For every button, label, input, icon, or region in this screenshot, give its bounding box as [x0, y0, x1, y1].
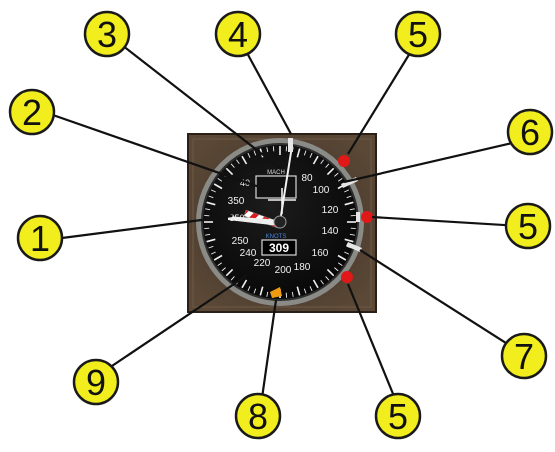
- scale-label-350: 350: [228, 196, 245, 207]
- warning-dot-bottom: [341, 271, 353, 283]
- speed-bug-right: [356, 212, 360, 222]
- callout-number: 8: [248, 396, 268, 437]
- scale-label-240: 240: [240, 248, 257, 259]
- leader-line-5-top: [348, 40, 418, 154]
- callout-8: 8: [236, 394, 280, 438]
- scale-label-160: 160: [312, 248, 329, 259]
- scale-label-80: 80: [301, 173, 313, 184]
- scale-label-250: 250: [232, 236, 249, 247]
- callout-4: 4: [216, 12, 260, 56]
- callout-number: 4: [228, 14, 248, 55]
- leader-line-5-right: [372, 217, 520, 226]
- callout-5-bottom: 5: [376, 394, 420, 438]
- callout-9: 9: [74, 360, 118, 404]
- counter-digits: 309: [269, 241, 289, 255]
- scale-label-100: 100: [313, 185, 330, 196]
- callout-number: 1: [30, 218, 50, 259]
- scale-label-200: 200: [275, 265, 292, 276]
- callout-3: 3: [85, 12, 129, 56]
- speed-bug-top: [288, 138, 293, 152]
- scale-label-120: 120: [322, 205, 339, 216]
- scale-label-220: 220: [254, 258, 271, 269]
- mach-window-label: MACH: [267, 170, 285, 176]
- warning-dot-right: [361, 211, 373, 223]
- callout-number: 6: [520, 112, 540, 153]
- scale-label-140: 140: [322, 226, 339, 237]
- leader-line-9: [100, 276, 246, 374]
- callout-number: 2: [22, 92, 42, 133]
- callout-number: 3: [97, 14, 117, 55]
- callout-number: 5: [518, 206, 538, 247]
- diagram-canvas: 60 80 100 120 140 160 180 200 220 240 25…: [0, 0, 555, 447]
- callout-number: 5: [408, 14, 428, 55]
- warning-dot-top: [338, 155, 350, 167]
- scale-label-180: 180: [294, 262, 311, 273]
- callout-number: 5: [388, 396, 408, 437]
- counter-units-label: KNOTS: [266, 234, 287, 240]
- callout-number: 7: [514, 336, 534, 377]
- callout-number: 9: [86, 362, 106, 403]
- callout-5-right: 5: [506, 204, 550, 248]
- callout-1: 1: [18, 216, 62, 260]
- needle-hub: [274, 216, 286, 228]
- leader-line-7: [360, 250, 520, 352]
- callout-7: 7: [502, 334, 546, 378]
- callout-2: 2: [10, 90, 54, 134]
- callout-5-top: 5: [396, 12, 440, 56]
- callout-6: 6: [508, 110, 552, 154]
- airspeed-indicator-diagram: 60 80 100 120 140 160 180 200 220 240 25…: [0, 0, 555, 447]
